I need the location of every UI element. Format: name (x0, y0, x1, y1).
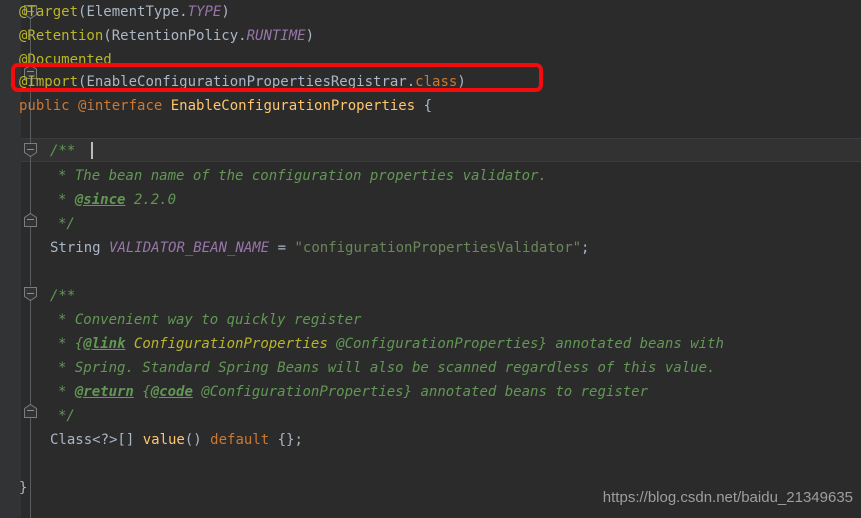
code-line[interactable]: * @since 2.2.0 (58, 188, 176, 212)
code-line[interactable]: */ (58, 212, 75, 236)
code-token: /** (50, 288, 76, 304)
code-token: ) (305, 28, 315, 44)
code-token: {}; (269, 432, 303, 448)
code-token: @ConfigurationProperties} annotated bean… (192, 384, 649, 400)
code-content[interactable]: @Target(ElementType.TYPE) @Retention(Rete… (19, 0, 861, 518)
code-token: * The bean name of the configuration pro… (58, 168, 547, 184)
code-line[interactable]: * Convenient way to quickly register (58, 308, 361, 332)
code-token: * Convenient way to quickly register (58, 312, 362, 328)
text-caret (91, 142, 93, 159)
code-line[interactable]: @Retention(RetentionPolicy.RUNTIME) (19, 24, 314, 48)
code-token: * (58, 384, 75, 400)
code-token: } (19, 480, 28, 496)
code-line[interactable]: @Target(ElementType.TYPE) (19, 0, 230, 24)
code-token: EnableConfigurationProperties (170, 98, 416, 114)
code-line[interactable]: /** (50, 139, 75, 163)
code-token: @code (150, 384, 193, 400)
code-token: @ConfigurationProperties} annotated bean… (327, 336, 724, 352)
code-token: { (415, 98, 433, 114)
code-token: (EnableConfigurationPropertiesRegistrar. (78, 74, 416, 90)
code-token: @Documented (19, 52, 112, 68)
code-token: String (50, 240, 110, 256)
code-line[interactable]: } (19, 476, 27, 500)
code-token: ConfigurationProperties (133, 336, 328, 352)
code-token: ; (581, 240, 590, 256)
code-token: @Target (19, 4, 79, 20)
code-token: @link (83, 336, 126, 352)
code-token: RUNTIME (246, 28, 306, 44)
code-token: default (210, 432, 270, 448)
code-line[interactable]: @Import(EnableConfigurationPropertiesReg… (19, 70, 466, 94)
code-token: ( (103, 28, 112, 44)
code-line[interactable]: /** (50, 284, 75, 308)
code-line[interactable]: * The bean name of the configuration pro… (58, 164, 547, 188)
code-token: @Retention (19, 28, 104, 44)
code-token: /** (50, 143, 76, 159)
code-token: TYPE (187, 4, 222, 20)
code-token: { (133, 384, 151, 400)
code-token: * Spring. Standard Spring Beans will als… (58, 360, 716, 376)
code-token: */ (58, 408, 75, 424)
code-token: = (269, 240, 295, 256)
code-token: ) (457, 74, 466, 90)
code-line[interactable]: * {@link ConfigurationProperties @Config… (58, 332, 724, 356)
code-line[interactable]: */ (58, 404, 75, 428)
code-token: @Import (19, 74, 79, 90)
code-token: () (184, 432, 211, 448)
code-token: RetentionPolicy. (111, 28, 247, 44)
code-token: value (142, 432, 185, 448)
code-token: */ (58, 216, 75, 232)
code-token: @interface (78, 98, 171, 114)
code-token: public (19, 98, 79, 114)
editor-gutter[interactable] (0, 0, 21, 518)
code-editor[interactable]: @Target(ElementType.TYPE) @Retention(Rete… (0, 0, 861, 518)
code-line[interactable]: @Documented (19, 48, 112, 72)
code-line[interactable]: Class<?>[] value() default {}; (50, 428, 303, 452)
code-token: "configurationPropertiesValidator" (294, 240, 582, 256)
code-token: Class<?>[] (50, 432, 143, 448)
code-token: 2.2.0 (125, 192, 177, 208)
code-token: * { (58, 336, 84, 352)
code-token: ) (221, 4, 230, 20)
watermark-url: https://blog.csdn.net/baidu_21349635 (602, 489, 853, 506)
code-token: ElementType. (86, 4, 188, 20)
code-line[interactable]: public @interface EnableConfigurationPro… (19, 94, 432, 118)
code-token: VALIDATOR_BEAN_NAME (109, 240, 270, 256)
code-line[interactable]: String VALIDATOR_BEAN_NAME = "configurat… (50, 236, 589, 260)
code-token: * (58, 192, 75, 208)
code-line[interactable]: * Spring. Standard Spring Beans will als… (58, 356, 715, 380)
code-token: @return (74, 384, 134, 400)
code-token: class (415, 74, 458, 90)
code-token: @since (74, 192, 126, 208)
code-line[interactable]: * @return {@code @ConfigurationPropertie… (58, 380, 648, 404)
